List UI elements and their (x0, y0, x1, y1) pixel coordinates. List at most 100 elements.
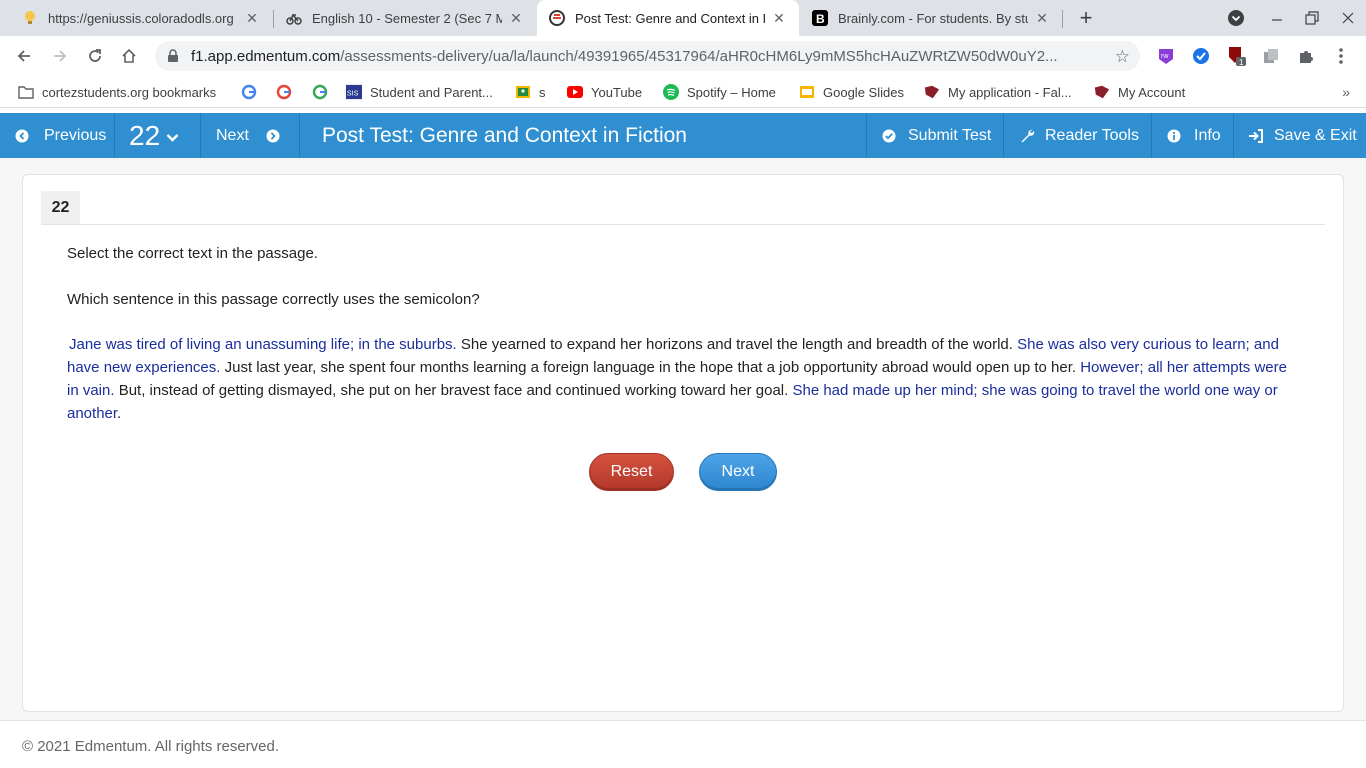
forward-icon[interactable] (48, 44, 72, 68)
next-question-button[interactable]: Next (201, 113, 300, 158)
sentence-4: Just last year, she spent four months le… (224, 359, 1077, 376)
tab-title: Brainly.com - For students. By stu (838, 10, 1028, 26)
restore-icon[interactable] (1294, 0, 1330, 36)
bookmark-spotify[interactable]: Spotify – Home (663, 81, 776, 103)
youtube-icon (567, 84, 583, 100)
sign-in-icon (1248, 128, 1264, 144)
bicycle-icon (286, 10, 302, 26)
save-exit-label: Save & Exit (1274, 126, 1357, 144)
extension-ublock-icon[interactable]: 1 (1225, 45, 1247, 67)
info-icon (1166, 128, 1182, 144)
url-text: f1.app.edmentum.com/assessments-delivery… (191, 48, 1081, 65)
bookmark-my-account[interactable]: My Account (1094, 81, 1185, 103)
info-label: Info (1194, 126, 1221, 144)
question-instruction: Select the correct text in the passage. (67, 245, 318, 262)
browser-tab-brainly[interactable]: B Brainly.com - For students. By stu ✕ (800, 0, 1062, 36)
site-info-icon[interactable] (165, 48, 181, 64)
submit-test-button[interactable]: Submit Test (866, 113, 1004, 158)
url-path: /assessments-delivery/ua/la/launch/49391… (340, 47, 1058, 65)
back-icon[interactable] (12, 44, 36, 68)
spotify-icon (663, 84, 679, 100)
question-prompt: Which sentence in this passage correctly… (67, 291, 480, 308)
url-host: f1.app.edmentum.com (191, 47, 341, 65)
google-icon (276, 84, 292, 100)
reader-tools-label: Reader Tools (1045, 126, 1139, 144)
bookmark-google-3[interactable] (312, 81, 336, 103)
google-icon (241, 84, 257, 100)
tab-title: Post Test: Genre and Context in F (575, 10, 765, 26)
close-window-icon[interactable] (1330, 0, 1366, 36)
bookmark-youtube[interactable]: YouTube (567, 81, 642, 103)
copyright-text: © 2021 Edmentum. All rights reserved. (22, 738, 280, 755)
question-number: 22 (129, 119, 161, 151)
previous-arrow-icon (14, 128, 30, 144)
close-tab-icon[interactable]: ✕ (771, 10, 787, 26)
minimize-icon[interactable] (1259, 0, 1295, 36)
close-tab-icon[interactable]: ✕ (508, 10, 524, 26)
new-tab-icon[interactable]: + (1074, 5, 1098, 30)
reader-tools-button[interactable]: Reader Tools (1004, 113, 1152, 158)
more-bookmarks-icon[interactable]: » (1342, 84, 1350, 100)
extension-copy-icon[interactable] (1260, 45, 1282, 67)
passage: Jane was tired of living an unassuming l… (67, 333, 1297, 425)
edmentum-icon (549, 10, 565, 26)
address-bar[interactable]: f1.app.edmentum.com/assessments-delivery… (155, 41, 1140, 71)
reload-icon[interactable] (83, 44, 107, 68)
extension-badge: 1 (1239, 58, 1244, 67)
svg-text:SIS: SIS (347, 90, 359, 98)
previous-button[interactable]: Previous (0, 113, 115, 158)
bookmark-classroom[interactable]: s (515, 81, 546, 103)
footer: © 2021 Edmentum. All rights reserved. (0, 720, 1366, 768)
sis-icon: SIS (346, 84, 362, 100)
check-circle-icon (881, 128, 897, 144)
test-header: Previous 22 Next Post Test: Genre and Co… (0, 113, 1366, 158)
selectable-sentence-1[interactable]: Jane was tired of living an unassuming l… (69, 336, 457, 353)
bookmark-label: My Account (1118, 84, 1186, 100)
question-card: 22 Select the correct text in the passag… (22, 174, 1344, 712)
bookmark-google-slides[interactable]: Google Slides (799, 81, 904, 103)
reset-button[interactable]: Reset (589, 453, 674, 491)
bookmark-google-2[interactable] (276, 81, 300, 103)
extension-shield-icon[interactable] (1190, 45, 1212, 67)
bookmark-student-parent[interactable]: SIS Student and Parent... (346, 81, 493, 103)
info-button[interactable]: Info (1152, 113, 1234, 158)
tab-title: English 10 - Semester 2 (Sec 7 M (312, 10, 502, 26)
bookmark-label: s (539, 84, 546, 100)
save-exit-button[interactable]: Save & Exit (1234, 113, 1366, 158)
browser-tab-geniussis[interactable]: https://geniussis.coloradodls.org ✕ (10, 0, 272, 36)
svg-text:rw: rw (1161, 53, 1169, 60)
next-arrow-icon (265, 128, 281, 144)
browser-tab-post-test[interactable]: Post Test: Genre and Context in F ✕ (537, 0, 799, 36)
submit-label: Submit Test (908, 126, 992, 144)
lightbulb-icon (22, 10, 38, 26)
browser-tab-english10[interactable]: English 10 - Semester 2 (Sec 7 M ✕ (274, 0, 536, 36)
next-label: Next (216, 126, 249, 144)
close-tab-icon[interactable]: ✕ (1034, 10, 1050, 26)
bookmark-folder-cortez[interactable]: cortezstudents.org bookmarks (18, 81, 216, 103)
sentence-2: She yearned to expand her horizons and t… (460, 336, 1013, 353)
extensions-puzzle-icon[interactable] (1295, 45, 1317, 67)
bookmark-google-1[interactable] (241, 81, 265, 103)
previous-label: Previous (44, 126, 107, 144)
question-number-badge: 22 (41, 191, 80, 224)
bookmark-icon (1094, 84, 1110, 100)
close-tab-icon[interactable]: ✕ (244, 10, 260, 26)
tab-search-icon[interactable] (1218, 0, 1254, 36)
home-icon[interactable] (117, 44, 141, 68)
chevron-down-icon (166, 130, 179, 148)
tab-title: https://geniussis.coloradodls.org (48, 10, 234, 26)
slides-icon (799, 84, 815, 100)
browser-menu-icon[interactable] (1330, 45, 1352, 67)
bookmarks-bar: cortezstudents.org bookmarks SIS Student… (0, 76, 1366, 108)
svg-text:B: B (816, 12, 825, 26)
bookmark-label: Student and Parent... (370, 84, 493, 100)
extension-rw-icon[interactable]: rw (1155, 45, 1177, 67)
bookmark-my-application[interactable]: My application - Fal... (924, 81, 1072, 103)
bookmark-label: Spotify – Home (687, 84, 776, 100)
bookmark-label: cortezstudents.org bookmarks (42, 84, 217, 100)
bookmark-icon (924, 84, 940, 100)
browser-toolbar: f1.app.edmentum.com/assessments-delivery… (0, 36, 1366, 76)
next-button[interactable]: Next (699, 453, 777, 491)
question-number-dropdown[interactable]: 22 (115, 113, 201, 158)
bookmark-star-icon[interactable]: ☆ (1115, 47, 1130, 67)
